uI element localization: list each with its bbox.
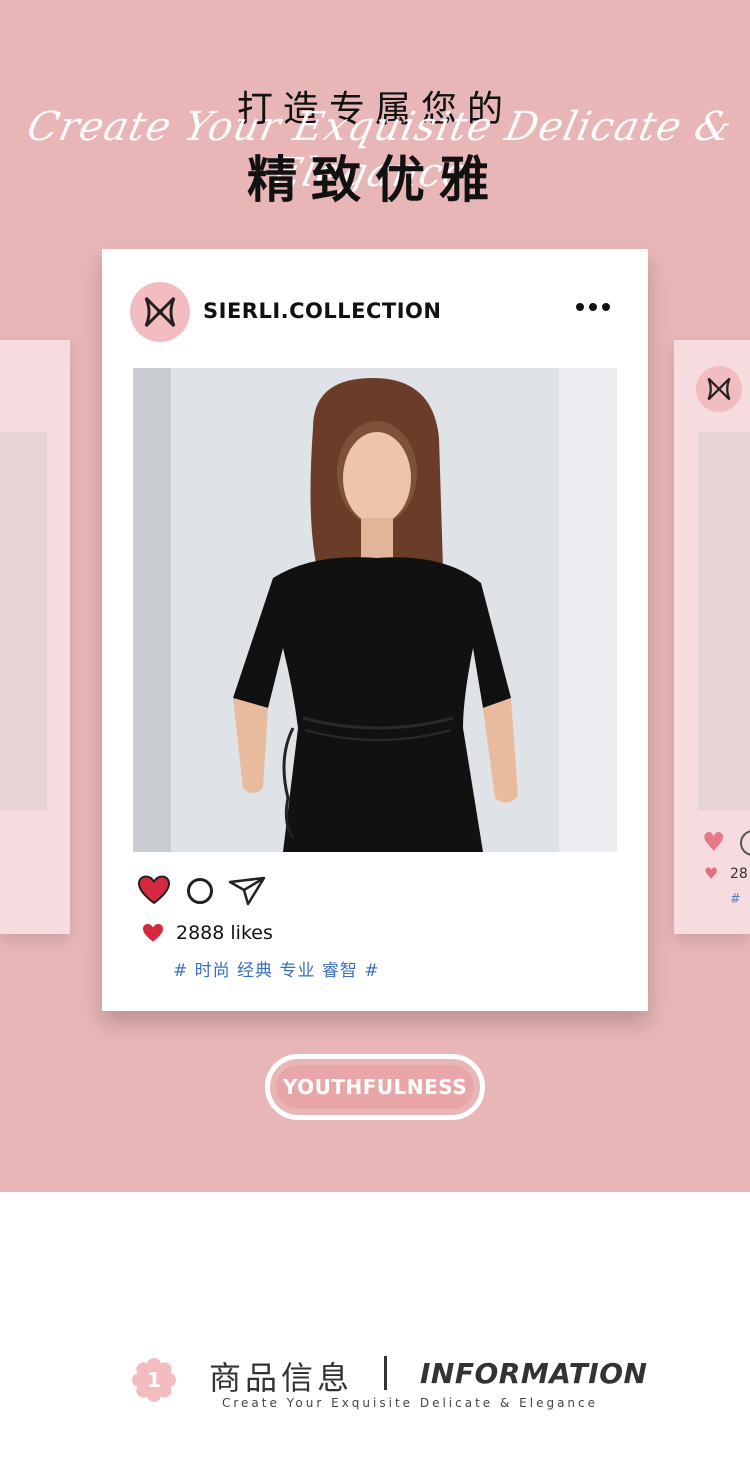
side-post-card-left [0, 340, 70, 934]
heart-icon[interactable] [138, 875, 170, 905]
youthfulness-label: YOUTHFULNESS [282, 1075, 468, 1099]
side-post-image [0, 432, 47, 810]
post-username[interactable]: SIERLI.COLLECTION [203, 299, 441, 323]
like-count-heart-icon [143, 924, 163, 942]
side-post-tags: # [730, 892, 741, 907]
brand-logo-icon[interactable] [130, 282, 190, 342]
info-divider [384, 1356, 387, 1390]
post-card: SIERLI.COLLECTION 2888 likes # 时尚 经典 专业 … [102, 249, 648, 1011]
info-title-cn: 商品信息 [209, 1359, 354, 1397]
hero-banner: 打造专属您的 Create Your Exquisite Delicate & … [0, 0, 750, 1192]
info-title-en: INFORMATION [420, 1357, 648, 1390]
hero-title-line2: 精致优雅 [247, 151, 503, 209]
like-count-heart-icon: ♥ [704, 864, 719, 883]
post-photo[interactable] [133, 368, 617, 852]
comment-icon[interactable] [187, 878, 213, 904]
side-post-image [698, 432, 750, 810]
info-subtitle: Create Your Exquisite Delicate & Eleganc… [222, 1396, 599, 1410]
likes-count[interactable]: 2888 likes [176, 922, 273, 944]
more-icon[interactable] [576, 303, 610, 311]
section-number: 1 [147, 1368, 161, 1392]
share-icon[interactable] [228, 876, 266, 906]
heart-icon: ♥ [702, 828, 726, 858]
side-likes-count: 28 [730, 866, 748, 882]
model-illustration [233, 378, 518, 852]
post-hashtags[interactable]: # 时尚 经典 专业 睿智 # [173, 956, 380, 981]
youthfulness-button[interactable]: YOUTHFULNESS [265, 1054, 485, 1120]
side-post-card-right: ♥ ♥ 28 # [674, 340, 750, 934]
brand-logo-icon [696, 366, 742, 412]
comment-icon [740, 830, 750, 856]
section-number-badge-icon: 1 [132, 1358, 176, 1402]
